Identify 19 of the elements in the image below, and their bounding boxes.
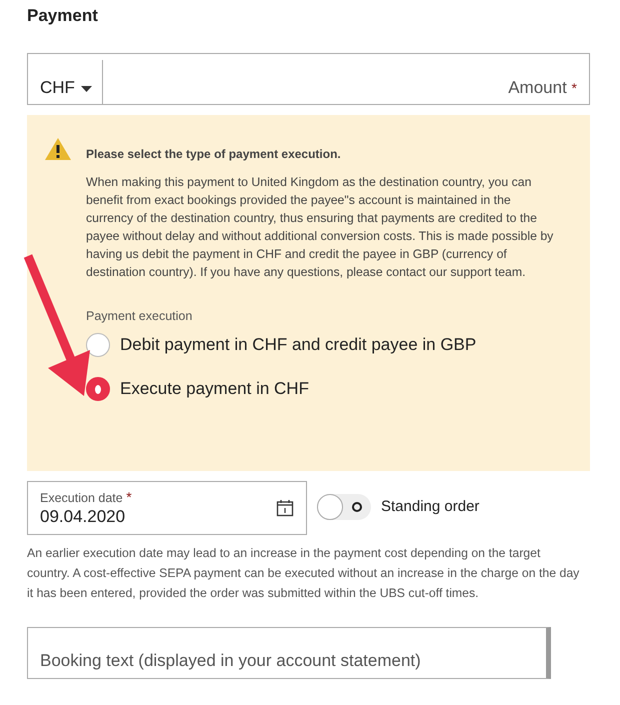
radio-option[interactable]: Execute payment in CHF xyxy=(86,377,556,401)
notice-text: When making this payment to United Kingdom as the destination country, you can benefit from exact bookings provided the payee"s account is maintained in the currency of the destination country, thus ensuring that payments are credited to the payee without delay and without additional conversion costs. This is made possible by having us debit the payment in CHF and credit the payee in GBP (currency of destination country). If you have any questions, please contact our support team. xyxy=(86,174,554,281)
amount-placeholder: Amount * xyxy=(508,78,577,98)
date-field[interactable]: Execution date * 09.04.2020 xyxy=(27,481,307,535)
toggle-switch[interactable] xyxy=(317,494,371,520)
notice-title: Please select the type of payment execution. xyxy=(86,147,342,161)
section-heading: Payment xyxy=(27,6,99,26)
amount-field[interactable]: CHF Amount * xyxy=(27,53,590,105)
radio-option[interactable]: Debit payment in CHF and credit payee in GBP xyxy=(86,333,556,357)
currency-dropdown[interactable]: CHF xyxy=(40,60,103,104)
booking-text-field[interactable]: Booking text (displayed in your account statement) xyxy=(27,627,551,679)
date-label: Execution date * xyxy=(40,489,133,505)
calendar-icon[interactable] xyxy=(276,499,294,517)
date-value: 09.04.2020 xyxy=(40,507,126,527)
toggle-label: Standing order xyxy=(381,498,480,514)
info-text: An earlier execution date may lead to an increase in the payment cost depending on the target country. A cost-effective SEPA payment can be executed without an increase in the charge on the day it has been entered, provided the order was submitted within the UBS cut-off times. xyxy=(27,545,580,602)
options-label: Payment execution xyxy=(86,309,194,323)
caret-icon xyxy=(80,86,92,92)
warning-icon xyxy=(44,137,72,161)
